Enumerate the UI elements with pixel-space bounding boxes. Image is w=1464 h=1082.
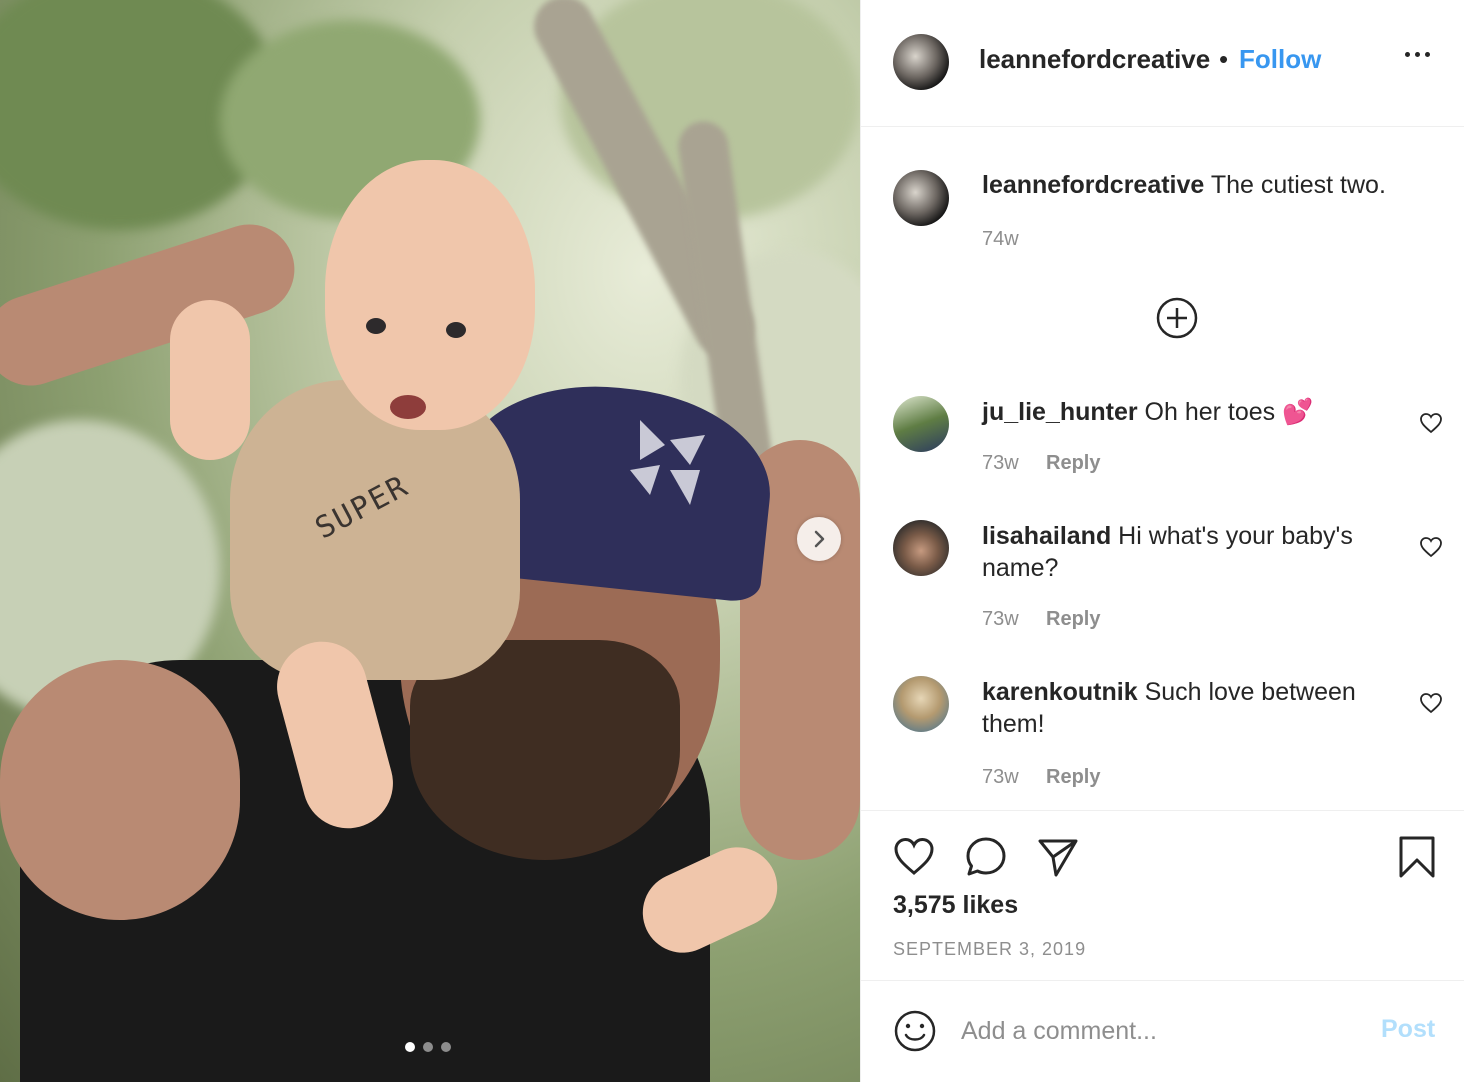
comment-username[interactable]: ju_lie_hunter bbox=[982, 398, 1138, 426]
reply-button[interactable]: Reply bbox=[1046, 766, 1100, 789]
reply-button[interactable]: Reply bbox=[1046, 608, 1100, 631]
plus-circle-icon[interactable] bbox=[1155, 296, 1199, 340]
post-date[interactable]: SEPTEMBER 3, 2019 bbox=[893, 939, 1086, 960]
comment-icon[interactable] bbox=[964, 835, 1008, 879]
owner-username[interactable]: leannefordcreative bbox=[979, 44, 1210, 75]
comment-input[interactable] bbox=[961, 1011, 1351, 1051]
post-header: leannefordcreative • Follow bbox=[861, 0, 1464, 127]
baby-eye bbox=[366, 318, 386, 334]
more-options-button[interactable] bbox=[1405, 52, 1430, 57]
like-heart-icon[interactable] bbox=[892, 835, 936, 879]
comment-time[interactable]: 73w bbox=[982, 608, 1019, 631]
post-panel: leannefordcreative • Follow leannefordcr… bbox=[860, 0, 1464, 1082]
caption-time[interactable]: 74w bbox=[982, 228, 1019, 251]
caption-text: The cutiest two. bbox=[1210, 171, 1386, 199]
follow-button[interactable]: Follow bbox=[1239, 44, 1321, 75]
ellipsis-icon bbox=[1405, 52, 1410, 57]
comment-text-line: ju_lie_hunter Oh her toes 💕 bbox=[982, 396, 1402, 428]
next-photo-button[interactable] bbox=[797, 517, 841, 561]
baby-eye bbox=[446, 322, 466, 338]
add-comment-bar: Post bbox=[861, 980, 1464, 1082]
post-actions: 3,575 likes SEPTEMBER 3, 2019 bbox=[861, 810, 1464, 980]
carousel-dot-active bbox=[405, 1042, 415, 1052]
carousel-dot bbox=[423, 1042, 433, 1052]
bookmark-icon[interactable] bbox=[1395, 835, 1439, 879]
comment-text-line: lisahailand Hi what's your baby's name? bbox=[982, 520, 1402, 584]
commenter-avatar[interactable] bbox=[893, 396, 949, 452]
caption-text-line: leannefordcreative The cutiest two. bbox=[982, 170, 1442, 200]
comment-username[interactable]: karenkoutnik bbox=[982, 678, 1138, 706]
share-icon[interactable] bbox=[1036, 835, 1080, 879]
comment-time[interactable]: 73w bbox=[982, 766, 1019, 789]
shoulder bbox=[0, 660, 240, 920]
comment-text-line: karenkoutnik Such love between them! bbox=[982, 676, 1402, 740]
heart-icon[interactable] bbox=[1419, 536, 1443, 558]
heart-icon[interactable] bbox=[1419, 692, 1443, 714]
post-photo[interactable]: SUPER bbox=[0, 0, 860, 1082]
chevron-right-icon bbox=[814, 530, 825, 548]
baby-body bbox=[230, 380, 520, 680]
baby-arm bbox=[170, 300, 250, 460]
heart-icon[interactable] bbox=[1419, 412, 1443, 434]
likes-count[interactable]: 3,575 likes bbox=[893, 891, 1018, 920]
caption-username[interactable]: leannefordcreative bbox=[982, 171, 1204, 199]
comment-time[interactable]: 73w bbox=[982, 452, 1019, 475]
owner-avatar[interactable] bbox=[893, 34, 949, 90]
carousel-dot bbox=[441, 1042, 451, 1052]
carousel-indicator bbox=[405, 1042, 451, 1052]
baby-mouth bbox=[390, 395, 426, 419]
left-arm bbox=[0, 212, 307, 398]
commenter-avatar[interactable] bbox=[893, 676, 949, 732]
emoji-icon[interactable] bbox=[893, 1009, 937, 1053]
comment-username[interactable]: lisahailand bbox=[982, 522, 1111, 550]
baby-head bbox=[325, 160, 535, 430]
post-button[interactable]: Post bbox=[1381, 1015, 1435, 1044]
separator-dot: • bbox=[1219, 44, 1229, 74]
commenter-avatar[interactable] bbox=[893, 520, 949, 576]
caption-avatar[interactable] bbox=[893, 170, 949, 226]
reply-button[interactable]: Reply bbox=[1046, 452, 1100, 475]
comment-text: Oh her toes 💕 bbox=[1144, 398, 1314, 426]
cap-logo-icon bbox=[630, 420, 705, 505]
